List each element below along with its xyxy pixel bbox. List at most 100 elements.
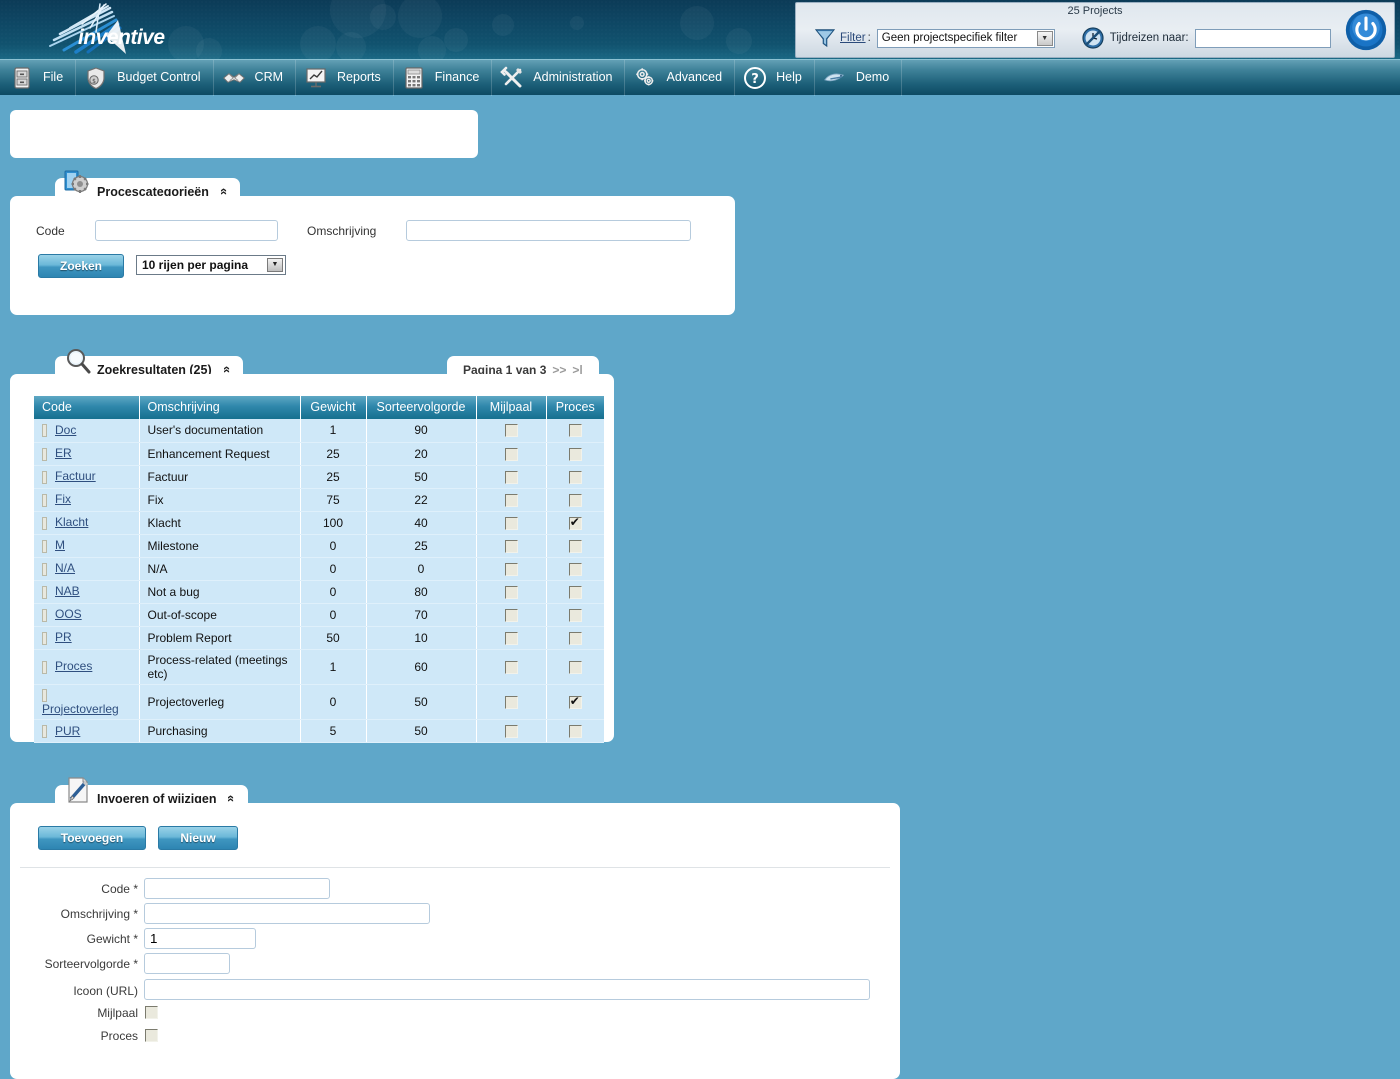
inventive-logo: inventive (30, 2, 190, 58)
checkbox-proces[interactable] (568, 493, 582, 507)
checkbox-proces[interactable] (568, 515, 582, 530)
row-handle-icon[interactable] (42, 516, 47, 530)
project-filter-value: Geen projectspecifiek filter (881, 31, 1018, 44)
checkbox-proces[interactable] (568, 694, 582, 709)
code-link[interactable]: PUR (55, 724, 80, 738)
checkbox-mijlpaal[interactable] (504, 631, 518, 645)
checkbox-mijlpaal[interactable] (504, 608, 518, 622)
row-handle-icon[interactable] (42, 539, 47, 553)
column-header-omschrijving[interactable]: Omschrijving (139, 396, 301, 419)
collapse-chevron-icon[interactable]: « (217, 188, 232, 195)
checkbox-mijlpaal[interactable] (504, 470, 518, 484)
row-handle-icon[interactable] (42, 631, 47, 645)
form-checkbox-proces[interactable] (145, 1029, 158, 1042)
code-link[interactable]: NAB (55, 584, 80, 598)
column-header-gewicht[interactable]: Gewicht (300, 396, 367, 419)
add-button[interactable]: Toevoegen (38, 826, 146, 850)
checkbox-mijlpaal[interactable] (504, 424, 518, 438)
row-handle-icon[interactable] (42, 470, 47, 484)
menu-item-budget-control[interactable]: $ Budget Control (76, 59, 214, 96)
collapse-chevron-icon[interactable]: « (220, 366, 235, 373)
search-button[interactable]: Zoeken (38, 254, 124, 278)
checkbox-proces[interactable] (568, 724, 582, 738)
collapse-chevron-icon[interactable]: « (225, 795, 240, 802)
checkbox-mijlpaal[interactable] (504, 585, 518, 599)
checkbox-proces[interactable] (568, 424, 582, 438)
banner-bubble (680, 6, 714, 40)
row-handle-icon[interactable] (42, 493, 47, 507)
form-input-code[interactable] (144, 878, 330, 899)
omschrijving-label: Omschrijving (307, 224, 377, 238)
code-link[interactable]: Factuur (55, 469, 96, 483)
row-handle-icon[interactable] (42, 424, 47, 438)
checkbox-mijlpaal[interactable] (504, 695, 518, 709)
code-link[interactable]: Proces (55, 659, 92, 673)
rows-per-page-select[interactable]: 10 rijen per pagina ▼ (136, 255, 286, 275)
row-handle-icon[interactable] (42, 562, 47, 576)
checkbox-mijlpaal[interactable] (504, 447, 518, 461)
checkbox-mijlpaal[interactable] (504, 660, 518, 674)
row-handle-icon[interactable] (42, 660, 47, 674)
code-link[interactable]: Doc (55, 423, 76, 437)
checkbox-proces[interactable] (568, 631, 582, 645)
menu-item-reports[interactable]: Reports (296, 59, 394, 96)
logo-wordmark: inventive (78, 26, 165, 49)
code-link[interactable]: M (55, 538, 65, 552)
checkbox-proces[interactable] (568, 660, 582, 674)
chevron-down-icon[interactable]: ▼ (267, 258, 283, 272)
code-link[interactable]: N/A (55, 561, 75, 575)
code-link[interactable]: PR (55, 630, 72, 644)
chevron-down-icon[interactable]: ▼ (1036, 30, 1053, 46)
column-header-code[interactable]: Code (34, 396, 140, 419)
column-header-sorteervolgorde[interactable]: Sorteervolgorde (366, 396, 477, 419)
table-row: Fix Fix 75 22 (34, 488, 604, 512)
form-divider (20, 867, 890, 868)
row-handle-icon[interactable] (42, 585, 47, 599)
code-link[interactable]: OOS (55, 607, 82, 621)
checkbox-proces[interactable] (568, 562, 582, 576)
timetravel-input[interactable] (1194, 28, 1331, 48)
code-link[interactable]: ER (55, 446, 72, 460)
checkbox-mijlpaal[interactable] (504, 562, 518, 576)
menu-item-help[interactable]: ? Help (735, 59, 815, 96)
row-handle-icon[interactable] (42, 688, 47, 702)
cell-code: PUR (34, 719, 140, 743)
checkbox-mijlpaal[interactable] (504, 724, 518, 738)
omschrijving-input[interactable] (406, 220, 691, 241)
column-header-mijlpaal[interactable]: Mijlpaal (476, 396, 547, 419)
menu-item-crm[interactable]: CRM (214, 59, 297, 96)
menu-item-file[interactable]: File (0, 59, 77, 96)
filter-link[interactable]: Filter (840, 32, 866, 44)
code-link[interactable]: Klacht (55, 515, 88, 529)
form-input-gewicht[interactable] (144, 928, 256, 949)
code-input[interactable] (95, 220, 278, 241)
checkbox-proces[interactable] (568, 447, 582, 461)
form-input-icoon[interactable] (144, 979, 870, 1000)
checkbox-proces[interactable] (568, 539, 582, 553)
checkbox-mijlpaal[interactable] (504, 516, 518, 530)
cell-gewicht: 1 (300, 419, 367, 443)
menu-item-advanced[interactable]: Advanced (625, 59, 736, 96)
form-input-omschrijving[interactable] (144, 903, 430, 924)
menu-item-administration[interactable]: Administration (492, 59, 626, 96)
edit-panel-body: Toevoegen Nieuw Code * Omschrijving * Ge… (10, 803, 900, 1079)
code-link[interactable]: Fix (55, 492, 71, 506)
menu-item-finance[interactable]: Finance (394, 59, 493, 96)
column-header-proces[interactable]: Proces (546, 396, 604, 419)
power-icon[interactable] (1344, 8, 1388, 52)
menu-item-demo[interactable]: Demo (815, 59, 903, 96)
checkbox-mijlpaal[interactable] (504, 493, 518, 507)
code-label: Code (36, 224, 65, 238)
checkbox-proces[interactable] (568, 585, 582, 599)
row-handle-icon[interactable] (42, 724, 47, 738)
row-handle-icon[interactable] (42, 447, 47, 461)
project-filter-select[interactable]: Geen projectspecifiek filter ▼ (876, 28, 1055, 48)
row-handle-icon[interactable] (42, 608, 47, 622)
form-input-sorteervolgorde[interactable] (144, 953, 230, 974)
checkbox-mijlpaal[interactable] (504, 539, 518, 553)
form-checkbox-mijlpaal[interactable] (145, 1006, 158, 1019)
code-link[interactable]: Projectoverleg (42, 702, 119, 716)
new-button[interactable]: Nieuw (158, 826, 238, 850)
checkbox-proces[interactable] (568, 470, 582, 484)
checkbox-proces[interactable] (568, 608, 582, 622)
